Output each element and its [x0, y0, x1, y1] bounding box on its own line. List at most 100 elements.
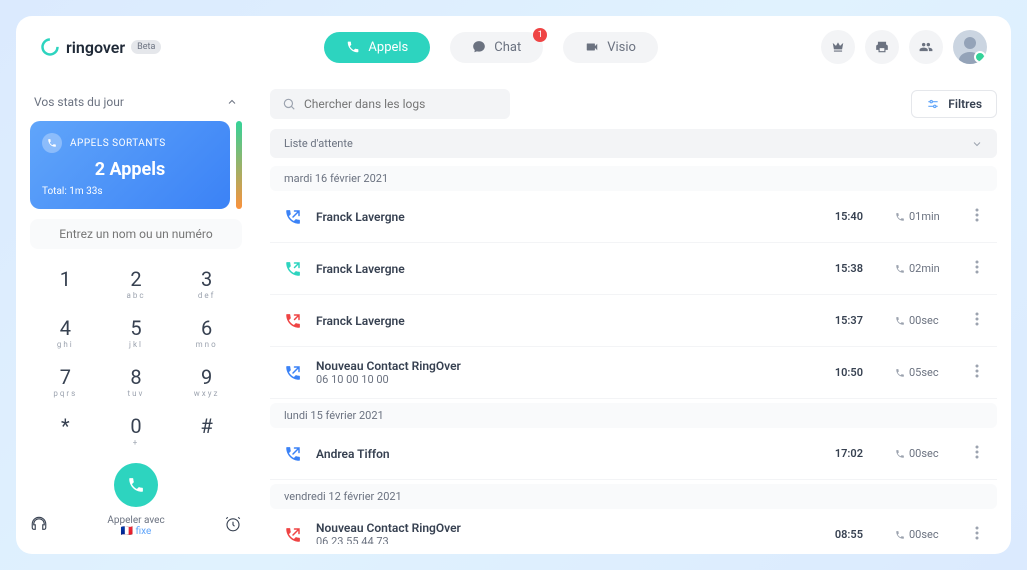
call-log-row[interactable]: Franck Lavergne15:4001min [270, 191, 997, 243]
phone-icon [127, 476, 145, 494]
call-log-row[interactable]: Andrea Tiffon17:0200sec [270, 428, 997, 480]
crown-icon [831, 40, 845, 54]
log-time: 15:38 [835, 262, 863, 275]
search-box[interactable] [270, 89, 510, 119]
dial-key-9[interactable]: 9wxyz [171, 357, 242, 406]
log-menu-button[interactable] [971, 440, 983, 467]
dial-key-0[interactable]: 0+ [101, 406, 172, 455]
beta-badge: Beta [131, 40, 161, 54]
headset-icon [30, 515, 48, 533]
stats-card-label: APPELS SORTANTS [70, 138, 166, 149]
log-duration: 02min [895, 262, 945, 275]
stats-gradient-edge [236, 121, 242, 209]
log-time: 15:37 [835, 314, 863, 327]
dial-key-*[interactable]: * [30, 406, 101, 455]
phone-icon [895, 449, 905, 459]
log-duration: 00sec [895, 314, 945, 327]
dial-key-5[interactable]: 5jkl [101, 308, 172, 357]
call-log-row[interactable]: Franck Lavergne15:3700sec [270, 295, 997, 347]
more-vertical-icon [975, 260, 979, 274]
filters-button[interactable]: Filtres [911, 90, 997, 118]
phone-icon [346, 40, 360, 54]
call-log-row[interactable]: Nouveau Contact RingOver06 10 00 10 0010… [270, 347, 997, 399]
dial-key-number: # [171, 414, 242, 438]
avatar[interactable] [953, 30, 987, 64]
headset-button[interactable] [30, 515, 48, 537]
log-name: Nouveau Contact RingOver [316, 521, 821, 535]
dial-key-number: 5 [101, 316, 172, 340]
call-direction-icon [284, 260, 302, 278]
log-menu-button[interactable] [971, 359, 983, 386]
ringover-logo-icon [40, 37, 60, 57]
dial-key-4[interactable]: 4ghi [30, 308, 101, 357]
stats-toggle[interactable]: Vos stats du jour [30, 89, 242, 115]
logo[interactable]: ringover Beta [40, 37, 161, 57]
log-name: Andrea Tiffon [316, 447, 821, 461]
dial-key-2[interactable]: 2abc [101, 259, 172, 308]
call-button[interactable] [114, 463, 158, 507]
dial-key-#[interactable]: # [171, 406, 242, 455]
search-icon [282, 97, 296, 111]
log-menu-button[interactable] [971, 203, 983, 230]
log-menu-button[interactable] [971, 307, 983, 334]
chat-icon [472, 40, 486, 54]
waitlist-bar[interactable]: Liste d'attente [270, 129, 997, 158]
crown-button[interactable] [821, 30, 855, 64]
dial-key-8[interactable]: 8tuv [101, 357, 172, 406]
dial-key-letters: abc [101, 291, 172, 300]
dial-key-letters: wxyz [171, 389, 242, 398]
dial-key-letters: pqrs [30, 389, 101, 398]
users-button[interactable] [909, 30, 943, 64]
dial-key-3[interactable]: 3def [171, 259, 242, 308]
log-name: Franck Lavergne [316, 210, 821, 224]
chevron-down-icon [971, 138, 983, 150]
log-name: Franck Lavergne [316, 262, 821, 276]
filter-icon [926, 97, 940, 111]
avatar-image [953, 30, 987, 64]
call-log-row[interactable]: Nouveau Contact RingOver06 23 55 44 7308… [270, 509, 997, 544]
log-menu-button[interactable] [971, 521, 983, 544]
dial-key-number: * [30, 414, 101, 438]
dial-key-number: 3 [171, 267, 242, 291]
log-time: 15:40 [835, 210, 863, 223]
dial-key-letters: tuv [101, 389, 172, 398]
call-log-row[interactable]: Franck Lavergne 15:38 02min [270, 243, 997, 295]
dial-key-letters: def [171, 291, 242, 300]
log-time: 10:50 [835, 366, 863, 379]
tab-calls[interactable]: Appels [324, 32, 430, 63]
dial-key-7[interactable]: 7pqrs [30, 357, 101, 406]
call-direction-icon [284, 208, 302, 226]
search-input[interactable] [304, 97, 498, 111]
log-duration: 00sec [895, 447, 945, 460]
dial-input[interactable] [30, 219, 242, 249]
dial-key-6[interactable]: 6mno [171, 308, 242, 357]
print-button[interactable] [865, 30, 899, 64]
dial-key-letters: jkl [101, 340, 172, 349]
call-with[interactable]: Appeler avec 🇫🇷 fixe [107, 515, 164, 537]
call-direction-icon [284, 445, 302, 463]
phone-icon [895, 368, 905, 378]
tab-visio[interactable]: Visio [563, 32, 658, 63]
dial-key-1[interactable]: 1 [30, 259, 101, 308]
tab-chat[interactable]: Chat 1 [450, 32, 543, 63]
clock-button[interactable] [224, 515, 242, 537]
tab-calls-label: Appels [368, 40, 408, 55]
clock-icon [224, 515, 242, 533]
stats-total: Total: 1m 33s [42, 186, 218, 197]
date-separator: mardi 16 février 2021 [270, 166, 997, 191]
log-menu-button[interactable] [971, 255, 983, 282]
chevron-up-icon [226, 96, 238, 108]
flag-icon: 🇫🇷 [121, 526, 133, 537]
more-vertical-icon [975, 312, 979, 326]
video-icon [585, 40, 599, 54]
outgoing-call-icon [42, 133, 62, 153]
stats-card[interactable]: APPELS SORTANTS 2 Appels Total: 1m 33s [30, 121, 230, 209]
date-separator: vendredi 12 février 2021 [270, 484, 997, 509]
more-vertical-icon [975, 445, 979, 459]
stats-main-value: 2 Appels [42, 159, 218, 180]
print-icon [875, 40, 889, 54]
dial-key-number: 6 [171, 316, 242, 340]
filters-label: Filtres [948, 97, 982, 111]
stats-title: Vos stats du jour [34, 95, 124, 109]
log-duration: 00sec [895, 528, 945, 541]
